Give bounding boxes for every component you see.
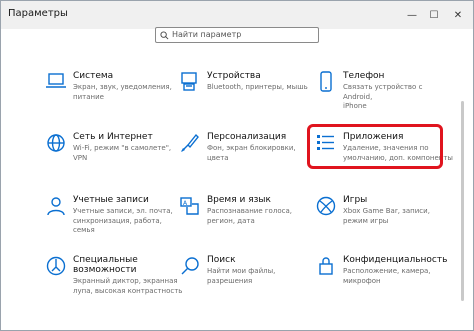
title-bar: Параметры — ☐ ✕ xyxy=(1,1,473,29)
tile-title: Учетные записи xyxy=(73,195,149,205)
tile-description: Расположение, камера, микрофон xyxy=(343,267,431,285)
tile-title: Устройства xyxy=(207,71,261,81)
tile-accounts[interactable]: Учетные записи Учетные записи, эл. почта… xyxy=(45,195,175,234)
tile-devices[interactable]: Устройства Bluetooth, принтеры, мышь xyxy=(179,71,309,109)
tile-phone[interactable]: Телефон Связать устройство с Android, iP… xyxy=(315,71,445,110)
tile-title: Персонализация xyxy=(207,132,287,142)
devices-icon xyxy=(181,72,197,91)
tile-title: Время и язык xyxy=(207,195,271,205)
tile-description: Связать устройство с Android, iPhone xyxy=(343,83,423,110)
search-icon xyxy=(160,31,169,40)
personalization-icon xyxy=(181,133,199,152)
tile-title: Специальные возможности xyxy=(73,255,138,275)
window-title: Параметры xyxy=(8,8,68,19)
tile-title: Телефон xyxy=(343,71,385,81)
search-icon xyxy=(181,257,199,275)
time-language-icon: A xyxy=(180,197,199,215)
tile-description: Xbox Game Bar, записи, режим игры xyxy=(343,207,430,225)
tile-time-language[interactable]: A Время и язык Распознавание голоса, рег… xyxy=(179,195,309,233)
scrollbar[interactable] xyxy=(461,101,464,301)
tile-gaming[interactable]: Игры Xbox Game Bar, записи, режим игры xyxy=(315,195,445,233)
lock-icon xyxy=(319,257,333,275)
tile-title: Система xyxy=(73,71,114,81)
minimize-button[interactable]: — xyxy=(403,7,421,23)
account-icon xyxy=(47,197,65,216)
apps-highlight-frame xyxy=(307,124,443,169)
phone-icon xyxy=(320,71,332,92)
tile-accessibility[interactable]: Специальные возможности Экранный диктор,… xyxy=(45,255,182,295)
tile-title: Конфиденциальность xyxy=(343,255,448,265)
tile-description: Учетные записи, эл. почта, синхронизация… xyxy=(73,207,173,234)
tile-system[interactable]: Система Экран, звук, уведомления, питани… xyxy=(45,71,175,109)
tile-description: Найти мои файлы, разрешения xyxy=(207,267,276,285)
accessibility-icon xyxy=(46,256,66,276)
close-button[interactable]: ✕ xyxy=(449,7,467,23)
globe-icon xyxy=(47,134,65,152)
tile-title: Сеть и Интернет xyxy=(73,132,153,142)
tile-description: Экранный диктор, экранная лупа, высокая … xyxy=(73,277,183,295)
tile-title: Игры xyxy=(343,195,368,205)
settings-window: Параметры — ☐ ✕ Найти параметр Система Э… xyxy=(0,0,474,331)
tile-description: Распознавание голоса, регион, дата xyxy=(207,207,292,225)
tile-description: Wi-Fi, режим "в самолете", VPN xyxy=(73,144,172,162)
xbox-icon xyxy=(316,196,336,216)
tile-network[interactable]: Сеть и Интернет Wi-Fi, режим "в самолете… xyxy=(45,132,175,170)
tile-title: Поиск xyxy=(207,255,236,265)
maximize-button[interactable]: ☐ xyxy=(425,7,443,23)
laptop-icon xyxy=(46,73,66,88)
search-input[interactable]: Найти параметр xyxy=(155,27,319,43)
tile-personalization[interactable]: Персонализация Фон, экран блокировки, цв… xyxy=(179,132,309,170)
tile-description: Экран, звук, уведомления, питание xyxy=(73,83,172,101)
tile-privacy[interactable]: Конфиденциальность Расположение, камера,… xyxy=(315,255,448,293)
search-placeholder: Найти параметр xyxy=(172,30,242,39)
tile-description: Bluetooth, принтеры, мышь xyxy=(207,83,308,91)
tile-description: Фон, экран блокировки, цвета xyxy=(207,144,296,162)
tile-search[interactable]: Поиск Найти мои файлы, разрешения xyxy=(179,255,309,293)
